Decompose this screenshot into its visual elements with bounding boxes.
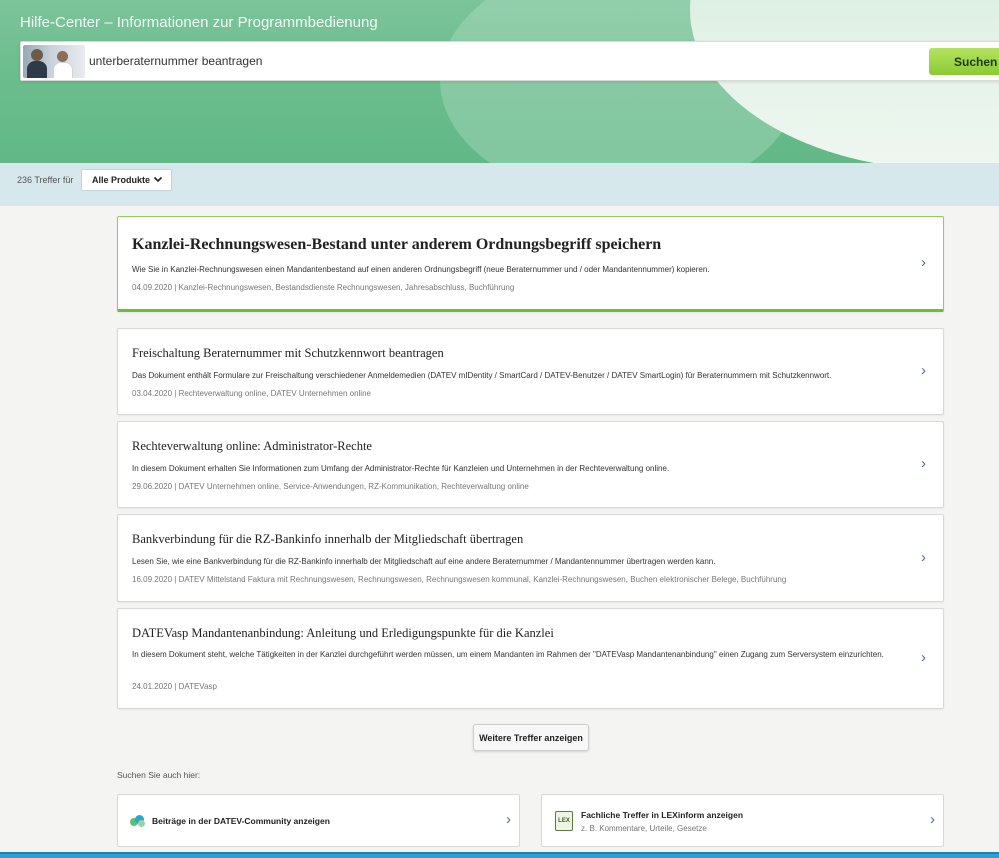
chevron-right-icon[interactable]: › bbox=[921, 649, 935, 666]
community-icon bbox=[130, 815, 146, 827]
result-meta: 29.06.2020 | DATEV Unternehmen online, S… bbox=[132, 482, 529, 491]
hit-count: 236 Treffer für bbox=[17, 175, 74, 185]
result-meta: 03.04.2020 | Rechteverwaltung online, DA… bbox=[132, 389, 371, 398]
taskbar-strip bbox=[0, 852, 999, 858]
result-meta: 16.09.2020 | DATEV Mittelstand Faktura m… bbox=[132, 575, 787, 584]
lexinform-tile-title[interactable]: Fachliche Treffer in LEXinform anzeigen bbox=[581, 810, 743, 820]
more-results-button[interactable]: Weitere Treffer anzeigen bbox=[473, 724, 589, 751]
chevron-right-icon[interactable]: › bbox=[921, 455, 935, 472]
result-description: Das Dokument enthält Formulare zur Freis… bbox=[132, 371, 832, 380]
result-description: In diesem Dokument erhalten Sie Informat… bbox=[132, 464, 670, 473]
header-banner: Hilfe-Center – Informationen zur Program… bbox=[0, 0, 999, 163]
page-title: Hilfe-Center – Informationen zur Program… bbox=[20, 14, 378, 31]
result-description: In diesem Dokument steht, welche Tätigke… bbox=[132, 650, 884, 659]
lexinform-tile[interactable]: LEX Fachliche Treffer in LEXinform anzei… bbox=[541, 794, 944, 847]
chevron-right-icon[interactable]: › bbox=[921, 254, 935, 271]
product-filter-value: Alle Produkte bbox=[92, 175, 151, 185]
chevron-right-icon[interactable]: › bbox=[506, 811, 511, 828]
result-meta: 24.01.2020 | DATEVasp bbox=[132, 682, 217, 691]
result-description: Wie Sie in Kanzlei-Rechnungswesen einen … bbox=[132, 265, 710, 274]
result-title[interactable]: Kanzlei-Rechnungswesen-Bestand unter and… bbox=[132, 236, 661, 254]
result-description: Lesen Sie, wie eine Bankverbindung für d… bbox=[132, 557, 716, 566]
chevron-right-icon[interactable]: › bbox=[921, 549, 935, 566]
search-banner-image bbox=[23, 45, 85, 78]
search-input[interactable] bbox=[87, 42, 927, 80]
result-card[interactable]: Rechteverwaltung online: Administrator-R… bbox=[117, 421, 944, 508]
chevron-right-icon[interactable]: › bbox=[930, 811, 935, 828]
also-search-label: Suchen Sie auch hier: bbox=[117, 770, 201, 780]
chevron-right-icon[interactable]: › bbox=[921, 362, 935, 379]
result-title[interactable]: Freischaltung Beraternummer mit Schutzke… bbox=[132, 346, 444, 361]
result-card[interactable]: DATEVasp Mandantenanbindung: Anleitung u… bbox=[117, 608, 944, 709]
result-title[interactable]: Rechteverwaltung online: Administrator-R… bbox=[132, 439, 372, 454]
community-tile[interactable]: Beiträge in der DATEV-Community anzeigen… bbox=[117, 794, 520, 847]
result-title[interactable]: Bankverbindung für die RZ-Bankinfo inner… bbox=[132, 532, 523, 547]
search-bar: Suchen bbox=[20, 41, 999, 81]
chevron-down-icon bbox=[153, 174, 163, 186]
product-filter-dropdown[interactable]: Alle Produkte bbox=[81, 169, 172, 191]
result-card[interactable]: Bankverbindung für die RZ-Bankinfo inner… bbox=[117, 514, 944, 602]
result-meta: 04.09.2020 | Kanzlei-Rechnungswesen, Bes… bbox=[132, 283, 515, 292]
search-button[interactable]: Suchen bbox=[929, 48, 999, 75]
result-card[interactable]: Freischaltung Beraternummer mit Schutzke… bbox=[117, 328, 944, 415]
result-title[interactable]: DATEVasp Mandantenanbindung: Anleitung u… bbox=[132, 626, 554, 641]
lexinform-tile-subtitle: z. B. Kommentare, Urteile, Gesetze bbox=[581, 824, 707, 833]
result-card[interactable]: Kanzlei-Rechnungswesen-Bestand unter and… bbox=[117, 216, 944, 312]
community-tile-title[interactable]: Beiträge in der DATEV-Community anzeigen bbox=[152, 816, 330, 826]
lexinform-icon: LEX bbox=[555, 811, 573, 831]
